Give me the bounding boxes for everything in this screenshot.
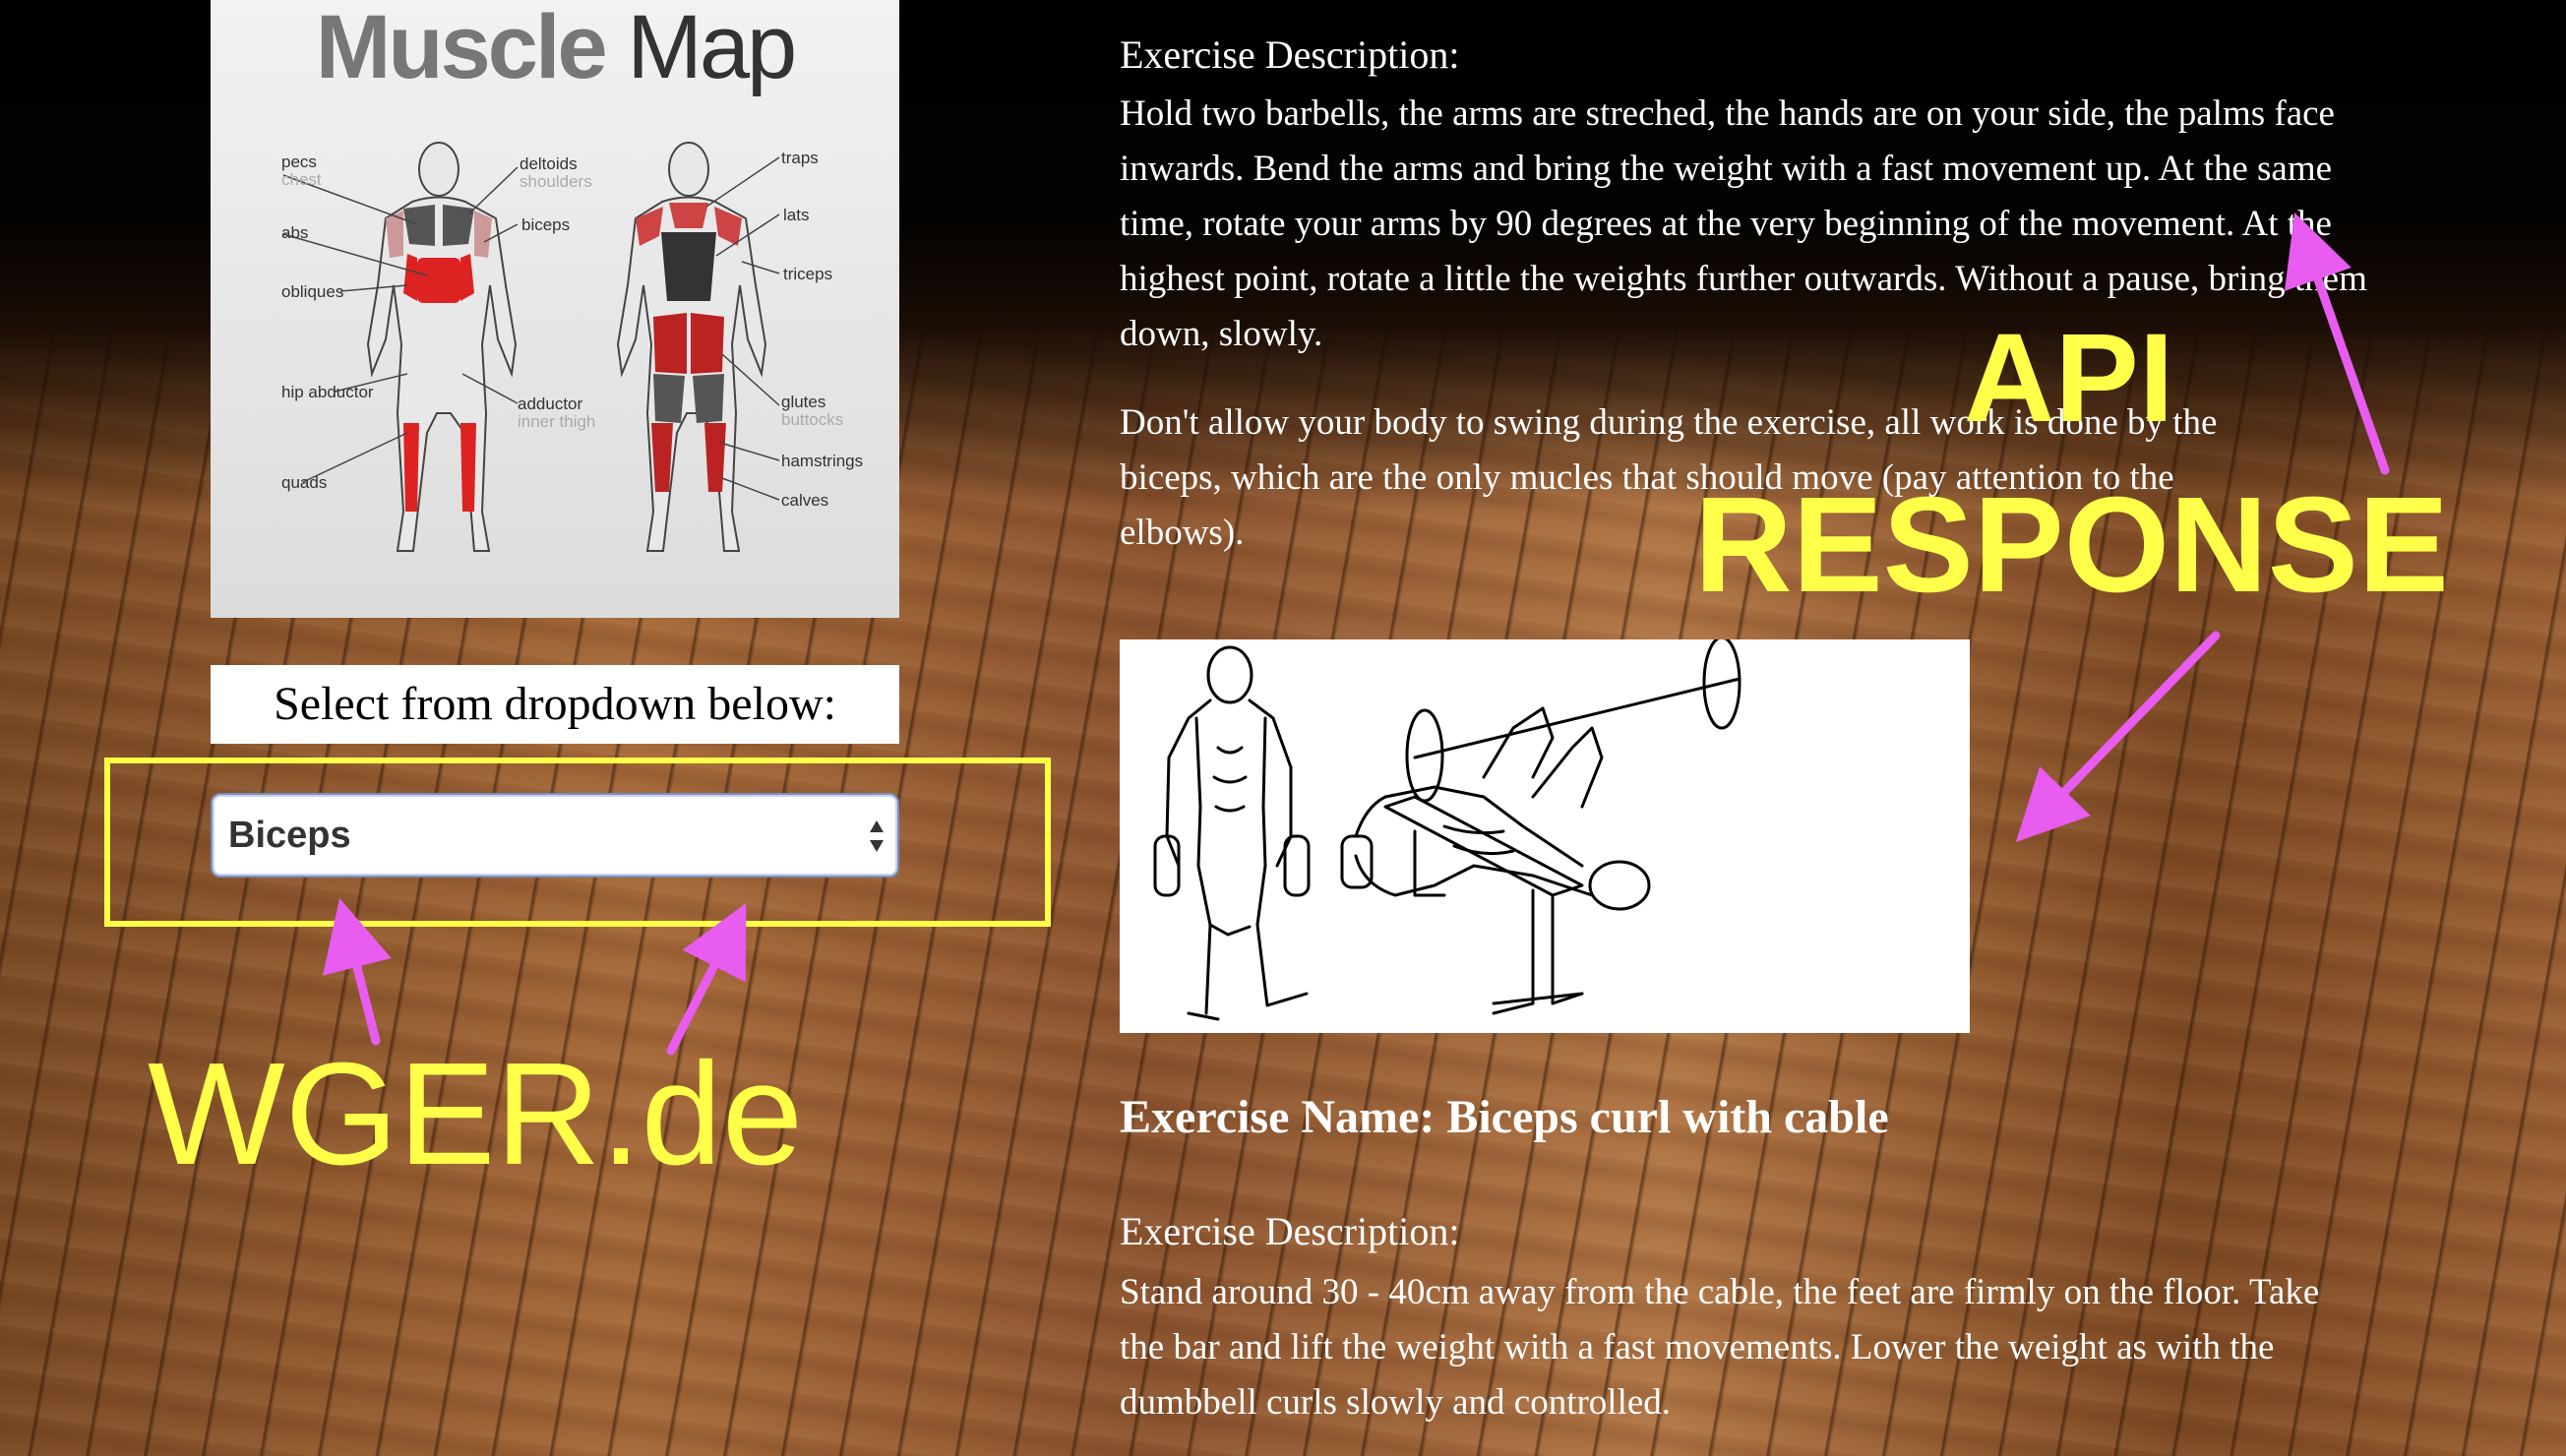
- label-hamstrings: hamstrings: [781, 452, 864, 470]
- exercise2-description-para1: Stand around 30 - 40cm away from the cab…: [1120, 1272, 2320, 1423]
- anatomy-figures: [282, 142, 780, 552]
- label-lats: lats: [783, 206, 810, 224]
- annotation-wger: WGER.de: [148, 1033, 804, 1195]
- label-traps: traps: [781, 149, 819, 167]
- select-label: Select from dropdown below:: [211, 665, 899, 744]
- annotation-response: RESPONSE: [1694, 469, 2449, 621]
- exercise1-description-para1: Hold two barbells, the arms are streched…: [1120, 93, 2367, 354]
- exercise-illustration: [1120, 636, 1970, 1033]
- exercise2-description-heading: Exercise Description:: [1120, 1209, 1460, 1253]
- exercise-illustration-drawing: [1153, 636, 1741, 1021]
- label-triceps: triceps: [783, 265, 833, 283]
- arrow-response-down: [2015, 631, 2221, 842]
- label-quads: quads: [281, 473, 328, 492]
- muscle-map-image: Muscle Map pecs chest abs obliques hip a…: [211, 0, 899, 618]
- label-pecs: pecs chest: [281, 152, 322, 189]
- label-hip-abductor: hip abductor: [281, 383, 374, 401]
- label-adductor: adductor inner thigh: [518, 394, 596, 431]
- label-calves: calves: [781, 491, 829, 510]
- dropdown-selected-value: Biceps: [228, 815, 351, 856]
- label-biceps: biceps: [521, 215, 571, 234]
- label-glutes: glutes buttocks: [781, 393, 844, 429]
- exercise2-name: Exercise Name: Biceps curl with cable: [1120, 1091, 1889, 1143]
- label-obliques: obliques: [281, 282, 344, 301]
- chevron-updown-icon: [870, 820, 884, 852]
- label-abs: abs: [281, 223, 309, 242]
- annotation-api: API: [1964, 308, 2174, 449]
- exercise1-description-heading: Exercise Description:: [1120, 32, 1460, 77]
- label-deltoids: deltoids shoulders: [519, 154, 592, 191]
- muscle-dropdown[interactable]: Biceps: [211, 793, 899, 878]
- arrow-wger-left: [322, 898, 392, 1046]
